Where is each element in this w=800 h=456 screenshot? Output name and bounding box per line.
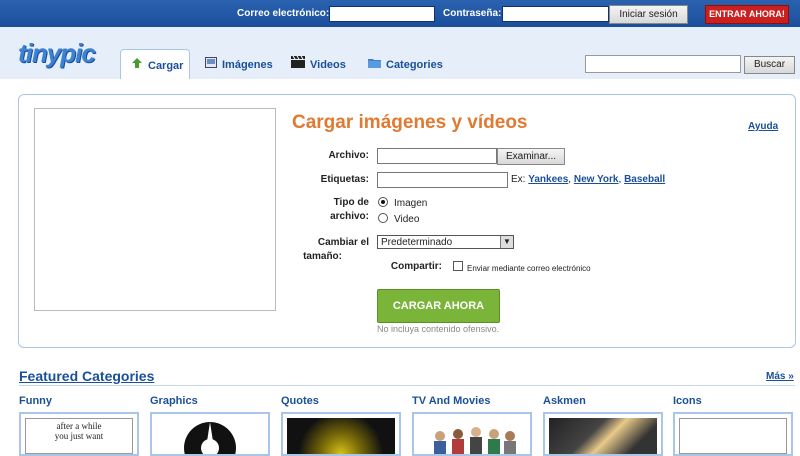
type-image-radio[interactable] bbox=[378, 197, 388, 207]
thumb-graphics[interactable] bbox=[150, 412, 270, 456]
thumb-icons-image bbox=[679, 418, 787, 454]
type-video-radio[interactable] bbox=[378, 213, 388, 223]
tab-categories[interactable]: Categories bbox=[368, 49, 443, 79]
category-funny[interactable]: Funny bbox=[19, 395, 52, 407]
page-title: Cargar imágenes y vídeos bbox=[292, 112, 528, 133]
password-label: Contraseña: bbox=[443, 8, 502, 19]
register-button[interactable]: ENTRAR AHORA! bbox=[705, 5, 789, 24]
thumb-askmen-image bbox=[549, 418, 657, 454]
tab-label: Imágenes bbox=[222, 59, 273, 71]
category-tv-and-movies[interactable]: TV And Movies bbox=[412, 395, 490, 407]
chevron-down-icon: ▼ bbox=[500, 236, 513, 248]
thumb-askmen[interactable] bbox=[543, 412, 663, 456]
thumb-funny-line-1: after a while bbox=[56, 421, 102, 431]
thumb-tv-and-movies[interactable] bbox=[412, 412, 532, 456]
upload-arrow-icon bbox=[131, 50, 143, 82]
thumb-graphics-image bbox=[156, 418, 264, 454]
tab-imagenes[interactable]: Imágenes bbox=[205, 49, 273, 79]
images-icon bbox=[205, 49, 217, 81]
featured-categories-title[interactable]: Featured Categories bbox=[19, 368, 154, 384]
tab-label: Videos bbox=[310, 59, 346, 71]
tag-link-yankees[interactable]: Yankees bbox=[528, 174, 568, 185]
tab-label: Categories bbox=[386, 59, 443, 71]
folder-icon bbox=[368, 49, 381, 81]
type-image-label: Imagen bbox=[394, 198, 428, 209]
login-bar: Correo electrónico: Contraseña: Iniciar … bbox=[0, 0, 800, 27]
thumb-funny[interactable]: after a while you just want bbox=[19, 412, 139, 456]
category-quotes[interactable]: Quotes bbox=[281, 395, 319, 407]
tab-label: Cargar bbox=[148, 60, 184, 72]
resize-label-1: Cambiar el bbox=[317, 237, 369, 248]
type-video-label: Video bbox=[394, 214, 420, 225]
upload-now-button[interactable]: CARGAR AHORA bbox=[377, 289, 500, 323]
file-type-label-2: archivo: bbox=[330, 211, 369, 222]
file-field[interactable] bbox=[377, 148, 497, 164]
login-button[interactable]: Iniciar sesión bbox=[609, 5, 688, 24]
thumb-quotes-image bbox=[287, 418, 395, 454]
resize-value: Predeterminado bbox=[381, 237, 453, 248]
tags-field[interactable] bbox=[377, 172, 508, 188]
category-graphics[interactable]: Graphics bbox=[150, 395, 198, 407]
search-button[interactable]: Buscar bbox=[744, 56, 795, 74]
share-email-label: Enviar mediante correo electrónico bbox=[467, 264, 591, 273]
tags-example-prefix: Ex: bbox=[511, 174, 526, 185]
search-input[interactable] bbox=[585, 55, 741, 73]
tag-link-new-york[interactable]: New York bbox=[574, 174, 619, 185]
category-icons[interactable]: Icons bbox=[673, 395, 702, 407]
thumb-icons[interactable] bbox=[673, 412, 793, 456]
resize-label-2: tamaño: bbox=[303, 251, 342, 262]
tag-link-baseball[interactable]: Baseball bbox=[624, 174, 665, 185]
thumb-funny-image: after a while you just want bbox=[25, 418, 133, 454]
preview-box bbox=[34, 108, 276, 311]
file-label: Archivo: bbox=[328, 150, 369, 161]
email-label: Correo electrónico: bbox=[237, 8, 330, 19]
clapperboard-icon bbox=[291, 49, 305, 81]
share-email-checkbox[interactable] bbox=[453, 261, 463, 271]
divider bbox=[19, 385, 795, 386]
more-link[interactable]: Más » bbox=[766, 371, 794, 382]
content-notice: No incluya contenido ofensivo. bbox=[377, 324, 500, 334]
thumb-tv-image bbox=[418, 418, 526, 454]
help-link[interactable]: Ayuda bbox=[748, 121, 778, 132]
tags-label: Etiquetas: bbox=[320, 174, 369, 185]
tab-cargar[interactable]: Cargar bbox=[120, 49, 190, 79]
password-field[interactable] bbox=[502, 6, 609, 22]
tab-videos[interactable]: Videos bbox=[291, 49, 346, 79]
browse-button[interactable]: Examinar... bbox=[497, 148, 565, 165]
file-type-label-1: Tipo de bbox=[333, 197, 369, 208]
thumb-funny-line-2: you just want bbox=[54, 431, 104, 441]
category-askmen[interactable]: Askmen bbox=[543, 395, 586, 407]
tags-examples: Ex: Yankees, New York, Baseball bbox=[511, 174, 666, 185]
thumb-quotes[interactable] bbox=[281, 412, 401, 456]
resize-select[interactable]: Predeterminado ▼ bbox=[377, 235, 514, 249]
logo[interactable]: tinypic bbox=[18, 38, 96, 69]
email-field[interactable] bbox=[329, 6, 435, 22]
share-label: Compartir: bbox=[390, 261, 442, 272]
